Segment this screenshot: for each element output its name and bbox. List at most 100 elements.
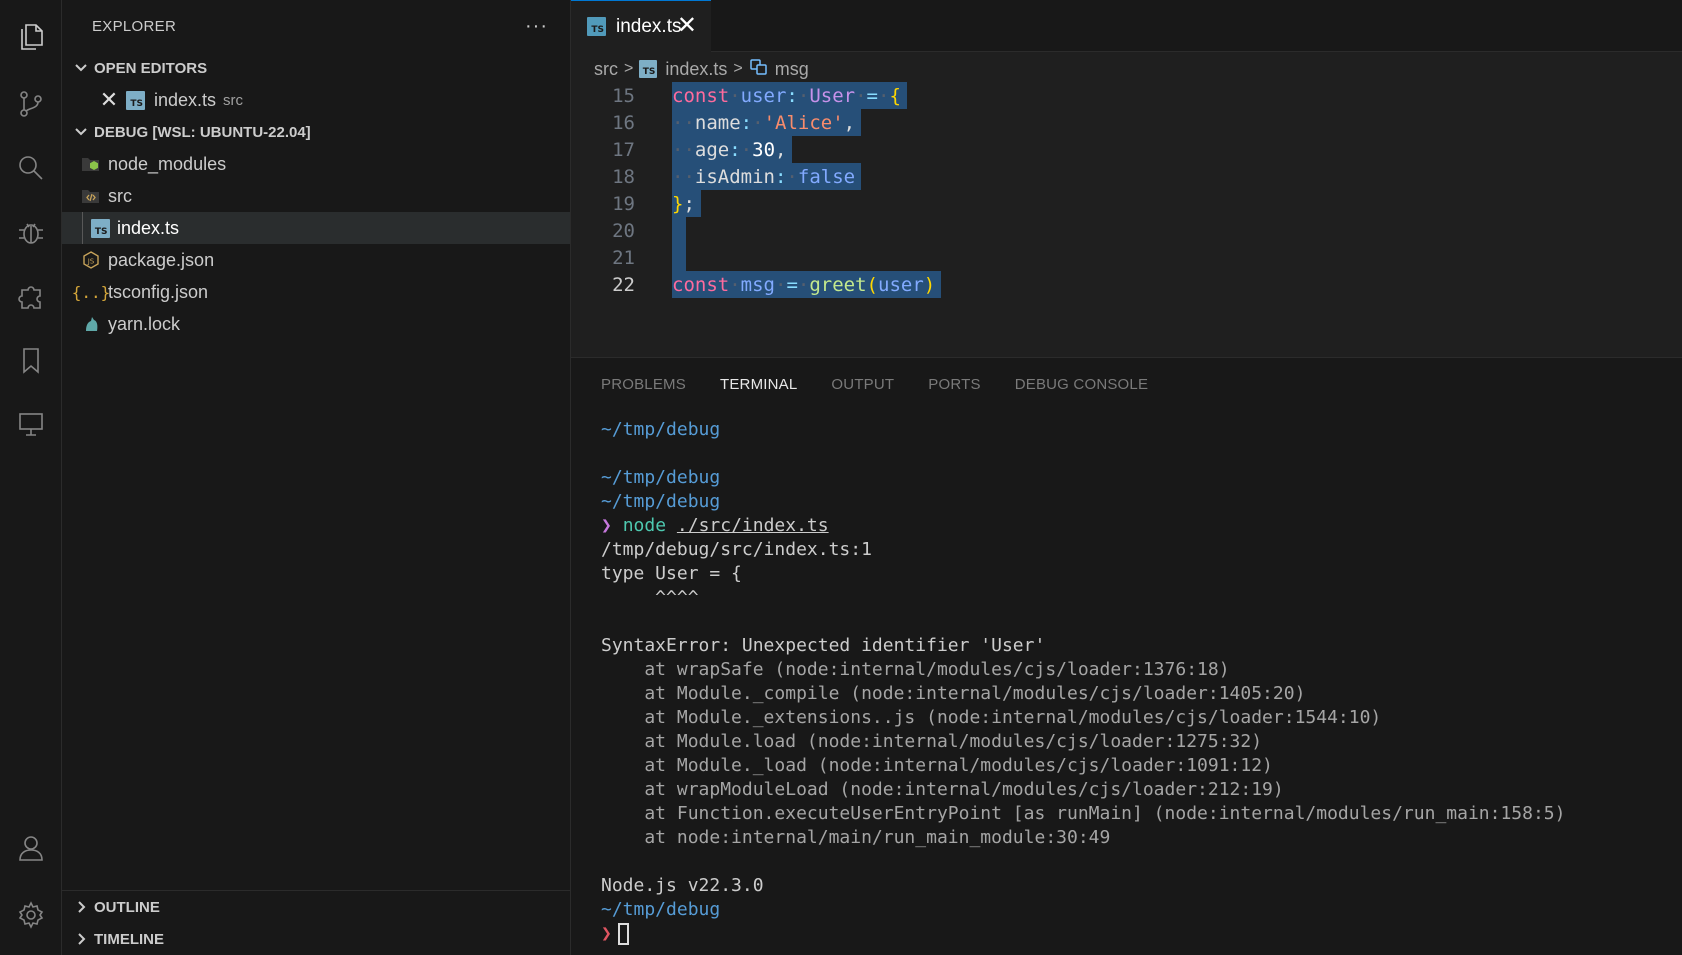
typescript-file-icon: TS (89, 218, 111, 238)
svg-text:JS: JS (87, 258, 95, 266)
chevron-right-icon (70, 932, 92, 946)
typescript-file-icon: TS (639, 60, 658, 78)
terminal-path: ~/tmp/debug (601, 467, 721, 488)
tab-problems[interactable]: PROBLEMS (601, 376, 686, 393)
tab-output[interactable]: OUTPUT (831, 376, 894, 393)
breadcrumb-file[interactable]: index.ts (665, 59, 727, 80)
symbol-variable-icon (749, 58, 769, 81)
explorer-sidebar: EXPLORER ··· OPEN EDITORS ✕ TS index.ts … (62, 0, 571, 955)
close-tab-icon[interactable]: ✕ (677, 14, 697, 38)
tab-ports[interactable]: PORTS (928, 376, 980, 393)
more-actions-icon[interactable]: ··· (525, 16, 548, 36)
timeline-label: TIMELINE (94, 930, 164, 948)
stack-trace-line: at Module._extensions..js (node:internal… (601, 707, 1382, 728)
source-control-icon[interactable] (0, 76, 62, 132)
chevron-down-icon (70, 61, 92, 75)
line-number: 22 (612, 273, 635, 296)
code-editor[interactable]: 15 const · user: · User · = ·{ 16 ·· name: · 'Alic… (571, 82, 1682, 352)
bottom-panel: PROBLEMS TERMINAL OUTPUT PORTS DEBUG CON… (571, 357, 1682, 955)
explorer-header: EXPLORER ··· (62, 0, 570, 52)
yarn-cat-icon (80, 315, 102, 333)
stack-trace-line: at Module._compile (node:internal/module… (601, 683, 1306, 704)
tab-index-ts[interactable]: TS index.ts ✕ (571, 0, 711, 52)
tree-item-label: tsconfig.json (108, 281, 209, 302)
chevron-right-icon: > (624, 60, 634, 77)
terminal-command-line: ❯ node ./src/index.ts (601, 514, 1566, 538)
stack-trace-line: at wrapModuleLoad (node:internal/modules… (601, 779, 1284, 800)
workspace-section[interactable]: DEBUG [WSL: UBUNTU-22.04] (62, 116, 570, 148)
editor-tab-bar: TS index.ts ✕ (571, 0, 1682, 52)
terminal-blank (601, 610, 1566, 634)
open-editors-label: OPEN EDITORS (94, 59, 208, 77)
line-number: 18 (612, 165, 635, 188)
sidebar-bottom-sections: OUTLINE TIMELINE (62, 890, 570, 955)
prompt-symbol: ❯ (601, 515, 612, 536)
terminal-blank (601, 442, 1566, 466)
command-argument: ./src/index.ts (676, 515, 829, 536)
chevron-right-icon (70, 900, 92, 914)
workspace-label: DEBUG [WSL: UBUNTU-22.04] (94, 123, 311, 141)
activity-bar (0, 0, 62, 955)
prompt-symbol: ❯ (601, 923, 612, 944)
error-caret: ^^^^ (601, 587, 699, 608)
chevron-right-icon: > (733, 60, 743, 77)
code-line: 17 ·· age: · 30, (571, 136, 1682, 163)
tree-item-tsconfig-json[interactable]: {..} tsconfig.json (62, 276, 570, 308)
remote-explorer-icon[interactable] (0, 396, 62, 452)
chevron-down-icon (70, 125, 92, 139)
tab-debug-console[interactable]: DEBUG CONSOLE (1015, 376, 1148, 393)
close-icon[interactable]: ✕ (96, 89, 122, 111)
open-editor-name: index.ts (154, 89, 217, 110)
json-braces-icon: {..} (71, 282, 111, 302)
open-editor-item[interactable]: ✕ TS index.ts src (62, 84, 570, 116)
terminal-path: ~/tmp/debug (601, 899, 721, 920)
terminal-cursor (617, 923, 629, 945)
extensions-icon[interactable] (0, 268, 62, 324)
settings-gear-icon[interactable] (0, 887, 62, 943)
error-location: /tmp/debug/src/index.ts:1 (601, 539, 872, 560)
tree-item-label: yarn.lock (108, 313, 181, 334)
tab-label: index.ts (616, 15, 682, 37)
run-debug-icon[interactable] (0, 204, 62, 260)
line-number: 17 (612, 138, 635, 161)
tree-item-package-json[interactable]: JS package.json (62, 244, 570, 276)
tree-item-label: package.json (108, 249, 215, 270)
code-line: 16 ·· name: · 'Alice', (571, 109, 1682, 136)
tree-item-src[interactable]: src (62, 180, 570, 212)
terminal-path: ~/tmp/debug (601, 491, 721, 512)
indent-guide (82, 212, 83, 244)
explorer-files-icon[interactable] (0, 8, 62, 64)
terminal-path: ~/tmp/debug (601, 419, 721, 440)
open-editors-section[interactable]: OPEN EDITORS (62, 52, 570, 84)
terminal-blank (601, 850, 1566, 874)
tree-item-index-ts[interactable]: TS index.ts (62, 212, 570, 244)
typescript-file-icon: TS (126, 90, 145, 110)
tab-terminal[interactable]: TERMINAL (720, 376, 797, 393)
node-version: Node.js v22.3.0 (601, 875, 764, 896)
terminal-prompt-line[interactable]: ❯ (601, 922, 1566, 946)
typescript-file-icon: TS (587, 17, 606, 36)
tree-item-node-modules[interactable]: node_modules (62, 148, 570, 180)
command-name: node (622, 515, 667, 536)
tree-item-yarn-lock[interactable]: yarn.lock (62, 308, 570, 340)
error-message: SyntaxError: Unexpected identifier 'User… (601, 635, 1046, 656)
bookmark-icon[interactable] (0, 332, 62, 388)
account-icon[interactable] (0, 820, 62, 876)
node-folder-icon (80, 155, 102, 173)
breadcrumb-symbol[interactable]: msg (775, 59, 809, 80)
line-number: 21 (612, 246, 635, 269)
breadcrumb: src > TS index.ts > msg (594, 56, 809, 82)
code-line: 20 (571, 217, 1682, 244)
tree-item-label: src (108, 185, 132, 206)
line-number: 16 (612, 111, 635, 134)
tree-item-label: index.ts (117, 217, 180, 238)
code-folder-icon (80, 187, 102, 205)
outline-section[interactable]: OUTLINE (62, 891, 570, 923)
breadcrumb-folder[interactable]: src (594, 59, 618, 80)
search-icon[interactable] (0, 140, 62, 196)
panel-tabs: PROBLEMS TERMINAL OUTPUT PORTS DEBUG CON… (601, 376, 1148, 393)
timeline-section[interactable]: TIMELINE (62, 923, 570, 955)
error-source: type User = { (601, 563, 742, 584)
terminal-output[interactable]: ~/tmp/debug ~/tmp/debug ~/tmp/debug ❯ no… (601, 418, 1566, 946)
explorer-title: EXPLORER (92, 17, 177, 35)
